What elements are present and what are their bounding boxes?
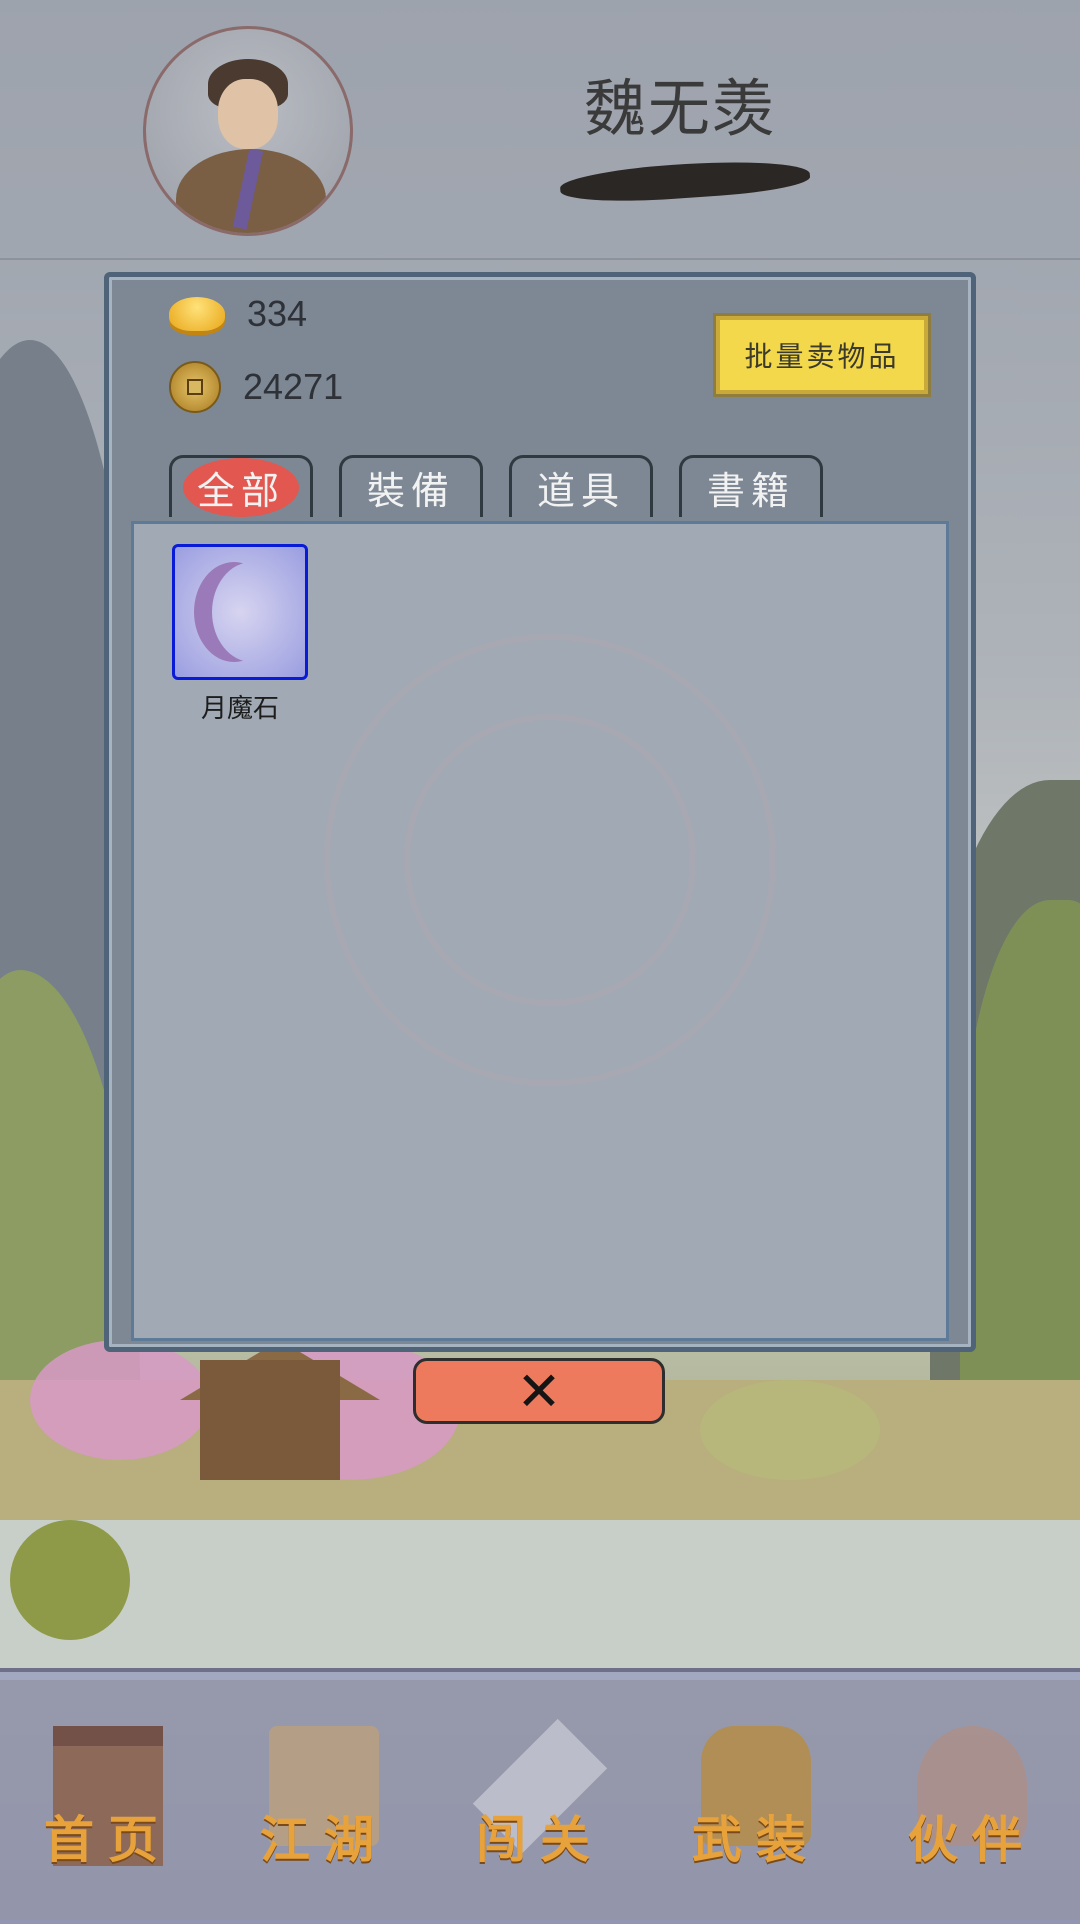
tree <box>10 1520 130 1640</box>
player-avatar[interactable] <box>143 26 353 236</box>
copper-coin-icon <box>169 361 221 413</box>
nav-label: 闯关 <box>476 1810 604 1869</box>
nav-label: 首页 <box>44 1810 172 1869</box>
crescent-moon-stone-icon <box>212 562 292 662</box>
tab-books[interactable]: 書籍 <box>679 455 823 517</box>
river <box>0 1520 1080 1680</box>
nav-label: 伙伴 <box>908 1810 1036 1869</box>
nav-huoban[interactable]: 伙伴 <box>887 1698 1057 1898</box>
inventory-item[interactable]: 月魔石 <box>172 544 308 725</box>
tab-label: 全部 <box>182 458 299 517</box>
nav-label: 武装 <box>692 1810 820 1869</box>
nav-label: 江湖 <box>260 1810 388 1869</box>
gold-ingot-icon <box>169 297 225 331</box>
watermark-emblem-inner <box>404 714 696 1006</box>
bulk-sell-button[interactable]: 批量卖物品 <box>713 313 931 397</box>
inventory-panel: 334 24271 批量卖物品 全部 裝備 道具 書籍 月魔石 <box>104 272 976 1352</box>
tab-all[interactable]: 全部 <box>169 455 313 517</box>
avatar-face <box>218 79 278 149</box>
coin-balance: 24271 <box>169 361 343 413</box>
close-button[interactable]: ✕ <box>413 1358 665 1424</box>
coin-amount: 24271 <box>243 366 344 407</box>
inventory-grid: 月魔石 <box>131 521 949 1341</box>
tab-label: 書籍 <box>706 469 795 513</box>
item-name: 月魔石 <box>200 694 279 724</box>
player-header: 魏无羡 <box>0 0 1080 260</box>
hut <box>200 1360 340 1480</box>
nav-chuangguan[interactable]: 闯关 <box>455 1698 625 1898</box>
tab-equipment[interactable]: 裝備 <box>339 455 483 517</box>
close-icon: ✕ <box>516 1359 562 1423</box>
item-slot[interactable] <box>172 544 308 680</box>
tab-label: 裝備 <box>366 469 455 513</box>
ingot-amount: 334 <box>247 293 308 334</box>
nav-jianghu[interactable]: 江湖 <box>239 1698 409 1898</box>
tab-label: 道具 <box>536 469 625 513</box>
inventory-tabs: 全部 裝備 道具 書籍 <box>169 455 823 517</box>
nav-wuzhuang[interactable]: 武装 <box>671 1698 841 1898</box>
ingot-balance: 334 <box>169 293 307 335</box>
tab-items[interactable]: 道具 <box>509 455 653 517</box>
player-name: 魏无羡 <box>583 72 776 145</box>
bottom-navigation: 首页 江湖 闯关 武装 伙伴 <box>0 1668 1080 1924</box>
bush <box>700 1380 880 1480</box>
nav-home[interactable]: 首页 <box>23 1698 193 1898</box>
brush-stroke-decoration <box>559 155 811 207</box>
